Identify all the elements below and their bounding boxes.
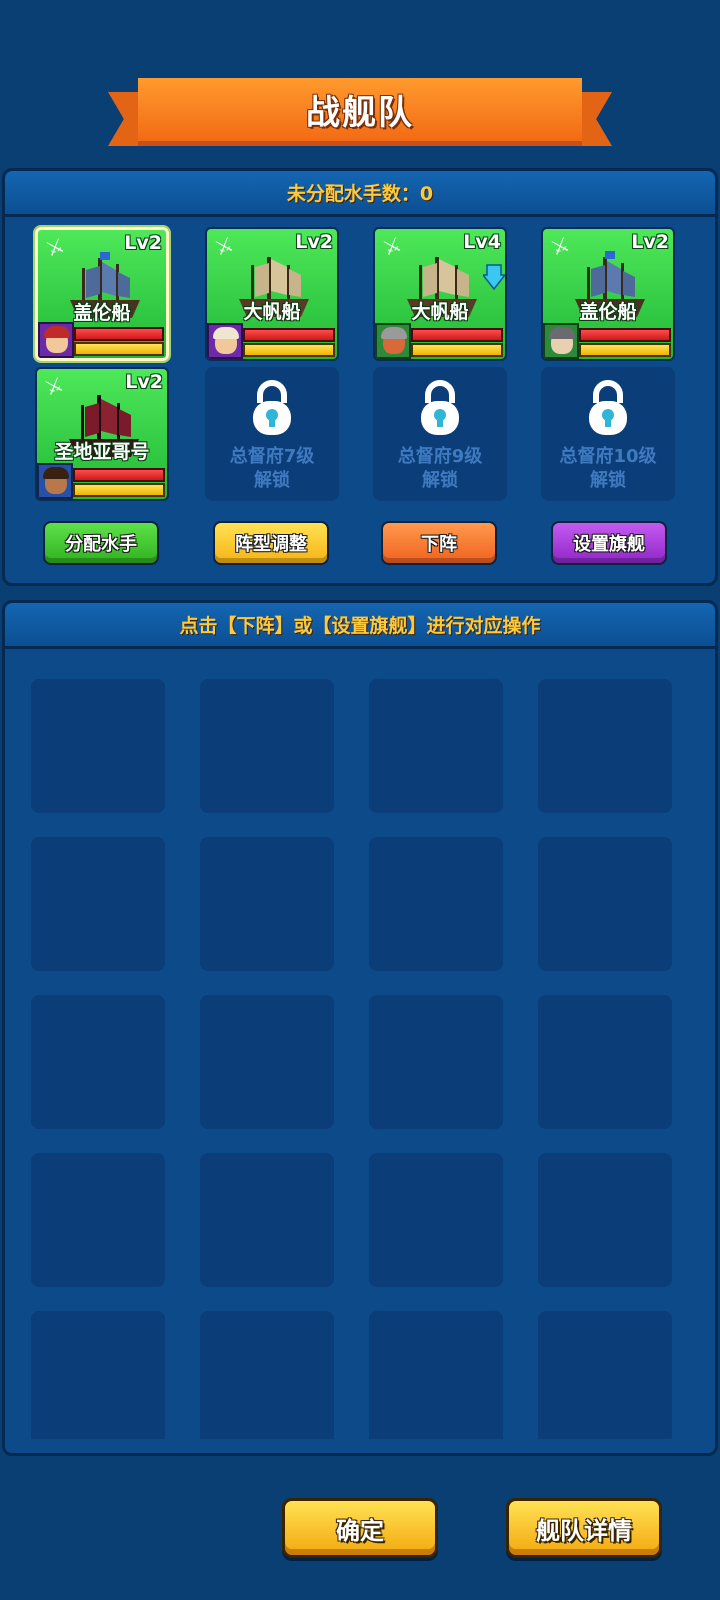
energy-bar <box>411 343 503 357</box>
inventory-slot[interactable] <box>369 1153 503 1287</box>
page-title: 战舰队 <box>306 93 414 133</box>
inventory-hint: 点击【下阵】或【设置旗舰】进行对应操作 <box>179 615 541 637</box>
inventory-slot[interactable] <box>31 1153 165 1287</box>
set-flagship-button[interactable]: 设置旗舰 <box>551 521 667 565</box>
energy-bar <box>74 342 164 356</box>
inventory-grid <box>31 679 695 1439</box>
unlock-requirement: 总督府9级 解锁 <box>397 446 483 491</box>
inventory-slot[interactable] <box>200 837 334 971</box>
ship-level: Lv2 <box>124 232 162 254</box>
inventory-slot[interactable] <box>200 995 334 1129</box>
inventory-slot[interactable] <box>538 1311 672 1439</box>
health-bar <box>74 327 164 341</box>
ship-name: 圣地亚哥号 <box>54 441 150 463</box>
ship-level: Lv2 <box>631 231 669 253</box>
fleet-panel: 未分配水手数：0 ⚔ Lv2 盖伦船 ⚔ Lv2 大帆船 ⚔ Lv4 大帆船 ⚔… <box>2 168 718 586</box>
remove-ship-button[interactable]: 下阵 <box>381 521 497 565</box>
unlock-requirement: 总督府7级 解锁 <box>229 446 315 491</box>
confirm-button[interactable]: 确定 <box>282 1498 438 1558</box>
upgrade-arrow-icon <box>483 264 505 291</box>
inventory-slot[interactable] <box>538 679 672 813</box>
captain-avatar[interactable] <box>207 323 243 359</box>
ship-level: Lv4 <box>463 231 501 253</box>
ship-card[interactable]: ⚔ Lv2 大帆船 <box>205 227 339 361</box>
ship-name: 大帆船 <box>243 301 301 323</box>
energy-bar <box>243 343 335 357</box>
lock-icon <box>589 380 627 435</box>
health-bar <box>411 328 503 342</box>
inventory-panel-header: 点击【下阵】或【设置旗舰】进行对应操作 <box>5 603 715 649</box>
energy-bar <box>579 343 671 357</box>
inventory-slot[interactable] <box>538 837 672 971</box>
inventory-slot[interactable] <box>369 995 503 1129</box>
locked-slot[interactable]: 总督府9级 解锁 <box>373 367 507 501</box>
captain-avatar[interactable] <box>543 323 579 359</box>
inventory-slot[interactable] <box>31 837 165 971</box>
inventory-slot[interactable] <box>31 995 165 1129</box>
locked-slot[interactable]: 总督府7级 解锁 <box>205 367 339 501</box>
captain-avatar[interactable] <box>375 323 411 359</box>
locked-slot[interactable]: 总督府10级 解锁 <box>541 367 675 501</box>
ship-card[interactable]: ⚔ Lv2 盖伦船 <box>541 227 675 361</box>
inventory-slot[interactable] <box>200 1311 334 1439</box>
captain-avatar[interactable] <box>38 322 74 358</box>
formation-adjust-button[interactable]: 阵型调整 <box>213 521 329 565</box>
health-bar <box>579 328 671 342</box>
lock-icon <box>253 380 291 435</box>
ship-name: 盖伦船 <box>579 301 637 323</box>
ship-level: Lv2 <box>295 231 333 253</box>
inventory-slot[interactable] <box>369 1311 503 1439</box>
ship-card[interactable]: ⚔ Lv2 盖伦船 <box>35 227 169 361</box>
lock-icon <box>421 380 459 435</box>
captain-avatar[interactable] <box>37 463 73 499</box>
unlock-requirement: 总督府10级 解锁 <box>559 446 657 491</box>
inventory-slot[interactable] <box>369 679 503 813</box>
inventory-slot[interactable] <box>31 679 165 813</box>
health-bar <box>73 468 165 482</box>
inventory-slot[interactable] <box>200 1153 334 1287</box>
title-banner: 战舰队 <box>108 78 612 150</box>
inventory-slot[interactable] <box>200 679 334 813</box>
ship-name: 大帆船 <box>411 301 469 323</box>
assign-sailors-button[interactable]: 分配水手 <box>43 521 159 565</box>
inventory-slot[interactable] <box>369 837 503 971</box>
health-bar <box>243 328 335 342</box>
inventory-slot[interactable] <box>31 1311 165 1439</box>
ship-card[interactable]: ⚔ Lv4 大帆船 <box>373 227 507 361</box>
fleet-details-button[interactable]: 舰队详情 <box>506 1498 662 1558</box>
inventory-panel: 点击【下阵】或【设置旗舰】进行对应操作 <box>2 600 718 1456</box>
banner-body: 战舰队 <box>138 78 582 146</box>
fleet-panel-header: 未分配水手数：0 <box>5 171 715 217</box>
ship-level: Lv2 <box>125 371 163 393</box>
inventory-slot[interactable] <box>538 1153 672 1287</box>
ship-name: 盖伦船 <box>73 302 131 324</box>
inventory-slot[interactable] <box>538 995 672 1129</box>
energy-bar <box>73 483 165 497</box>
ship-card[interactable]: ⚔ Lv2 圣地亚哥号 <box>35 367 169 501</box>
unassigned-sailors-label: 未分配水手数：0 <box>286 183 434 205</box>
